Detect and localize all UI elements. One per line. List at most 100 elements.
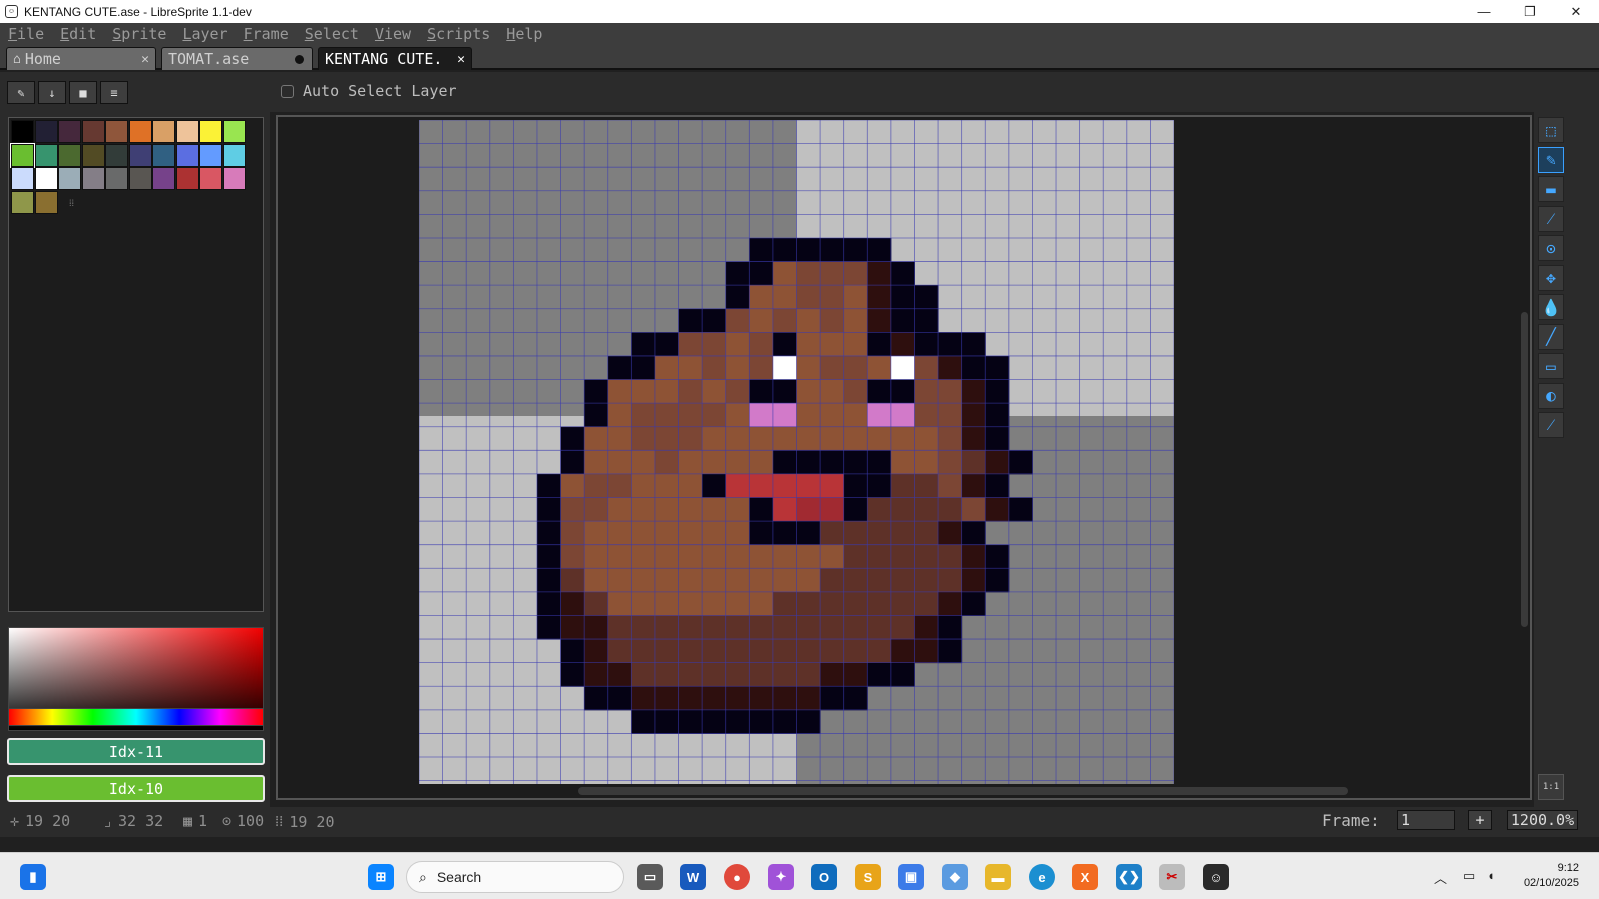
add-frame-button[interactable]: + <box>1468 810 1492 830</box>
move-tool[interactable]: ✥ <box>1538 264 1564 291</box>
zoom-ratio-button[interactable]: 1:1 <box>1538 774 1564 800</box>
paint-bucket-tool[interactable]: 💧 <box>1538 294 1564 320</box>
copilot-icon[interactable]: ✦ <box>768 864 794 890</box>
blur-tool[interactable]: ⁄ <box>1538 412 1564 438</box>
close-button[interactable]: ✕ <box>1553 0 1599 23</box>
pencil-tool[interactable]: ✎ <box>1538 146 1564 173</box>
zoom-field[interactable]: 1200.0% <box>1507 810 1578 830</box>
palette-swatch[interactable] <box>222 120 246 143</box>
tray-chevron-icon[interactable]: ︿ <box>1434 868 1447 887</box>
menu-help[interactable]: Help <box>498 25 550 43</box>
network-icon[interactable]: ▭ <box>1463 868 1475 884</box>
widgets-icon[interactable]: ▮ <box>20 864 46 890</box>
outlook-icon[interactable]: O <box>811 864 837 890</box>
menu-frame[interactable]: Frame <box>236 25 297 43</box>
background-color-button[interactable]: Idx-10 <box>7 775 265 802</box>
maximize-button[interactable]: ❐ <box>1507 0 1553 23</box>
tab-close-icon[interactable]: ✕ <box>141 52 149 67</box>
palette-swatch[interactable] <box>199 167 222 190</box>
line-tool[interactable]: ╱ <box>1538 323 1564 350</box>
palette-swatch[interactable] <box>105 120 128 143</box>
word-icon[interactable]: W <box>680 864 706 890</box>
file-explorer-icon[interactable]: ▬ <box>985 864 1011 890</box>
rectangle-marquee-tool[interactable]: ⬚ <box>1538 117 1564 143</box>
palette-swatch[interactable] <box>152 143 175 167</box>
palette-resize-icon[interactable]: ⁞⁞ <box>69 198 74 209</box>
virtualbox-icon[interactable]: ◆ <box>942 864 968 890</box>
vertical-scrollbar[interactable] <box>1521 312 1528 627</box>
rectangle-tool[interactable]: ▭ <box>1538 353 1564 379</box>
palette-swatch[interactable] <box>34 143 58 167</box>
sprite-editor[interactable] <box>276 115 1532 800</box>
palette-swatch[interactable] <box>34 190 58 214</box>
palette-swatch[interactable] <box>34 120 58 143</box>
menu-file[interactable]: File <box>0 25 52 43</box>
eyedropper-tool[interactable]: ⁄ <box>1538 205 1564 232</box>
taskbar-search[interactable]: ⌕ Search <box>406 861 624 893</box>
menu-scripts[interactable]: Scripts <box>419 25 498 43</box>
palette-swatch[interactable] <box>81 167 105 190</box>
vscode-icon[interactable]: ❮❯ <box>1116 864 1142 890</box>
eraser-tool[interactable]: ▬ <box>1538 176 1564 202</box>
task-view-icon[interactable]: ▭ <box>637 864 663 890</box>
store-icon[interactable]: ▣ <box>898 864 924 890</box>
sprite-canvas[interactable] <box>419 120 1174 784</box>
libresprite-icon[interactable]: ☺ <box>1203 864 1229 890</box>
sort-palette-button[interactable]: ↓ <box>38 81 66 104</box>
sprite-pixel <box>607 662 632 687</box>
tab-home[interactable]: ⌂ Home ✕ <box>6 47 156 70</box>
chrome-icon[interactable]: ● <box>724 864 750 890</box>
palette-options-button[interactable]: ≡ <box>100 81 128 104</box>
palette-swatch[interactable] <box>222 167 246 190</box>
palette-swatch[interactable] <box>10 142 35 168</box>
palette-swatch[interactable] <box>58 167 81 190</box>
minimize-button[interactable]: — <box>1461 0 1507 23</box>
tab-tomat[interactable]: TOMAT.ase <box>161 47 313 70</box>
auto-select-layer-checkbox[interactable]: Auto Select Layer <box>281 82 457 100</box>
palette-swatch[interactable] <box>58 120 81 143</box>
palette-swatch[interactable] <box>11 167 34 190</box>
sprite-pixel <box>607 591 632 616</box>
palette-swatch[interactable] <box>199 143 222 167</box>
palette-swatch[interactable] <box>199 120 222 143</box>
zoom-tool[interactable]: ⊙ <box>1538 235 1564 261</box>
palette-swatch[interactable] <box>105 143 128 167</box>
system-clock[interactable]: 9:12 02/10/2025 <box>1524 861 1579 891</box>
palette-swatch[interactable] <box>128 120 152 143</box>
palette-swatch[interactable] <box>105 167 128 190</box>
start-icon[interactable]: ⊞ <box>368 864 394 890</box>
palette-swatch[interactable] <box>58 143 81 167</box>
menu-sprite[interactable]: Sprite <box>104 25 174 43</box>
tab-kentang-cute[interactable]: KENTANG CUTE. ✕ <box>318 47 472 70</box>
frame-input[interactable]: 1 <box>1397 810 1455 830</box>
volume-icon[interactable]: ◖ <box>1487 868 1495 883</box>
palette-swatch[interactable] <box>175 167 199 190</box>
palette-swatch[interactable] <box>152 120 175 143</box>
palette-presets-button[interactable]: ■ <box>69 81 97 104</box>
palette-swatch[interactable] <box>222 143 246 167</box>
tab-close-icon[interactable]: ✕ <box>457 52 465 67</box>
palette-swatch[interactable] <box>128 143 152 167</box>
sublime-icon[interactable]: S <box>855 864 881 890</box>
palette-swatch[interactable] <box>152 167 175 190</box>
menu-edit[interactable]: Edit <box>52 25 104 43</box>
menu-view[interactable]: View <box>367 25 419 43</box>
hue-slider[interactable] <box>8 708 264 726</box>
edit-palette-button[interactable]: ✎ <box>7 81 35 104</box>
palette-swatch[interactable] <box>81 143 105 167</box>
xampp-icon[interactable]: X <box>1072 864 1098 890</box>
palette-swatch[interactable] <box>81 120 105 143</box>
palette-swatch[interactable] <box>34 167 58 190</box>
foreground-color-button[interactable]: Idx-11 <box>7 738 265 765</box>
snipping-tool-icon[interactable]: ✂ <box>1159 864 1185 890</box>
horizontal-scrollbar[interactable] <box>578 787 1348 795</box>
palette-swatch[interactable] <box>175 143 199 167</box>
contour-tool[interactable]: ◐ <box>1538 382 1564 409</box>
palette-swatch[interactable] <box>128 167 152 190</box>
palette-swatch[interactable] <box>175 120 199 143</box>
palette-swatch[interactable] <box>11 120 34 143</box>
palette-swatch[interactable] <box>11 190 34 214</box>
edge-icon[interactable]: e <box>1029 864 1055 890</box>
menu-select[interactable]: Select <box>297 25 367 43</box>
menu-layer[interactable]: Layer <box>174 25 235 43</box>
